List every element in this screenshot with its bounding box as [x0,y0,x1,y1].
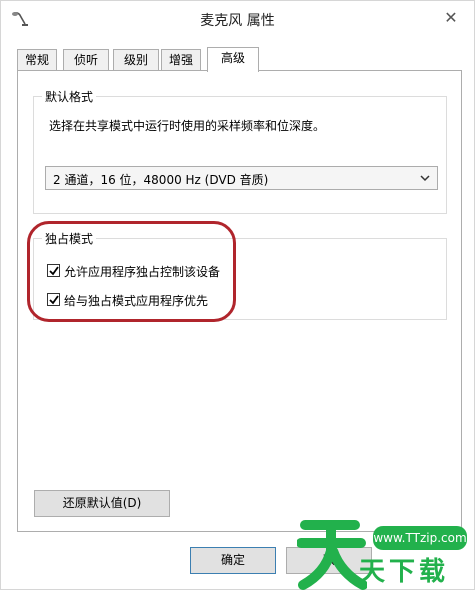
tab-general[interactable]: 常规 [17,49,57,71]
sample-rate-value: 2 通道，16 位，48000 Hz (DVD 音质) [53,173,269,187]
exclusive-mode-label: 独占模式 [42,230,97,247]
default-format-description: 选择在共享模式中运行时使用的采样频率和位深度。 [49,119,326,133]
checkbox-exclusive-priority[interactable] [47,293,60,306]
chevron-down-icon [419,171,431,185]
restore-defaults-button[interactable]: 还原默认值(D) [34,490,170,517]
exclusive-priority-label: 给与独占模式应用程序优先 [64,294,209,308]
watermark-brand: 天下载 [359,557,450,587]
watermark-logo [297,520,367,590]
checkbox-allow-exclusive[interactable] [47,264,60,277]
title-bar[interactable]: 麦克风 属性 ✕ [1,1,474,37]
window-title: 麦克风 属性 [200,13,275,29]
tab-enhancements[interactable]: 增强 [161,49,201,71]
properties-window: 麦克风 属性 ✕ 常规 侦听 级别 增强 高级 默认格式 选择在共享模式中运行时… [0,0,475,590]
ok-button[interactable]: 确定 [190,547,276,574]
tab-listen[interactable]: 侦听 [63,49,109,71]
close-icon[interactable]: ✕ [440,7,462,29]
tab-levels[interactable]: 级别 [113,49,159,71]
site-watermark: www.TTzip.com 天下载 [297,511,475,590]
default-format-group: 默认格式 [33,88,447,214]
sample-rate-dropdown[interactable]: 2 通道，16 位，48000 Hz (DVD 音质) [45,166,438,190]
watermark-url: www.TTzip.com [373,526,467,550]
allow-exclusive-label: 允许应用程序独占控制该设备 [64,265,221,279]
default-format-label: 默认格式 [42,88,97,105]
tab-advanced[interactable]: 高级 [207,47,259,72]
